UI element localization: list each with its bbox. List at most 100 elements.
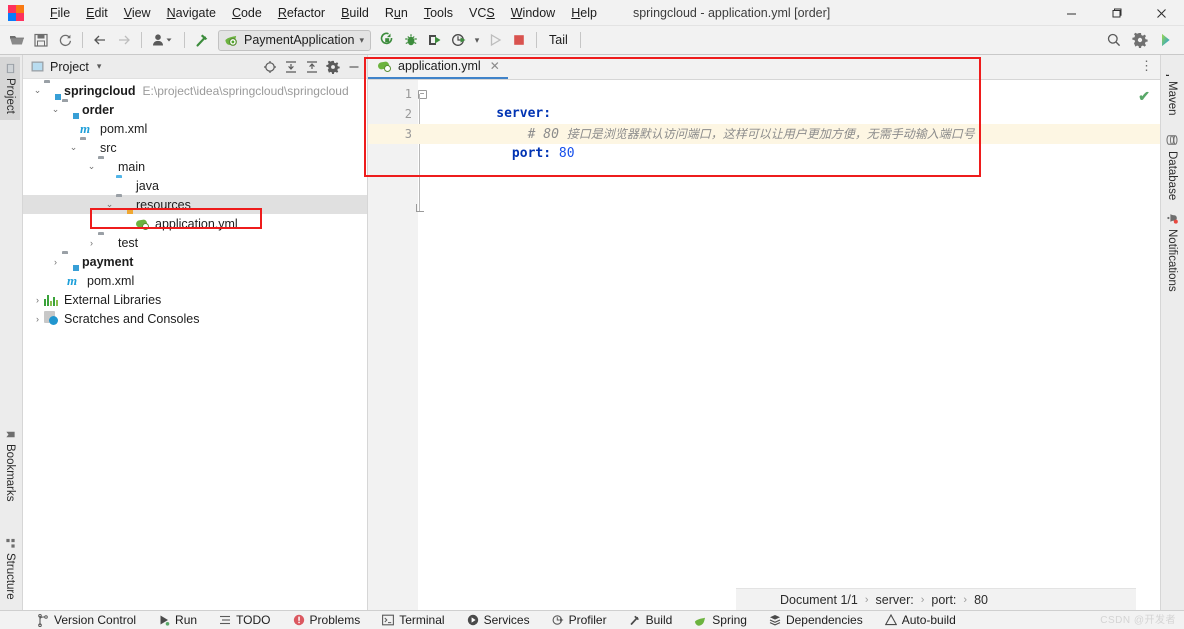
tree-row-application-yml[interactable]: application.yml [23,214,367,233]
twisty-icon[interactable]: › [85,238,98,248]
search-icon[interactable] [1102,28,1126,52]
menu-file[interactable]: File [42,3,78,23]
twisty-icon[interactable]: › [31,314,44,324]
run-with-coverage-icon[interactable] [423,28,447,52]
stripe-label-notifications: Notifications [1166,229,1178,292]
tree-row-pom-root[interactable]: m pom.xml [23,271,367,290]
status-run[interactable]: Run [147,611,208,629]
menu-code[interactable]: Code [224,3,270,23]
code-token-key: server: [496,106,552,121]
status-version-control[interactable]: Version Control [26,611,147,629]
status-problems[interactable]: Problems [282,611,372,629]
hide-panel-icon[interactable] [344,57,363,76]
menu-vcs[interactable]: VCS [461,3,503,23]
stripe-button-structure[interactable]: Structure [0,532,20,606]
debug-bug-icon[interactable] [399,28,423,52]
menu-edit[interactable]: Edit [78,3,116,23]
gear-icon[interactable] [323,57,342,76]
twisty-icon[interactable]: ⌄ [103,199,116,210]
tail-button[interactable]: Tail [542,31,575,49]
editor-tab-bar: application.yml ✕ ⋮ [368,55,1160,80]
status-label: Run [175,613,198,627]
refresh-icon[interactable] [53,28,77,52]
tree-row-external-libraries[interactable]: › External Libraries [23,290,367,309]
breadcrumb-item-server[interactable]: server: [876,593,914,607]
stripe-button-project[interactable]: Project [0,57,20,120]
editor-gutter[interactable]: 1 2 3 − [368,80,427,610]
twisty-icon[interactable]: › [49,257,62,267]
user-profile-icon[interactable] [147,28,179,52]
status-terminal[interactable]: Terminal [371,611,455,629]
menu-refactor[interactable]: Refactor [270,3,333,23]
chevron-down-icon[interactable]: ▾ [359,35,364,46]
twisty-icon[interactable]: ⌄ [49,104,62,115]
select-opened-file-icon[interactable] [260,57,279,76]
back-arrow-icon[interactable] [88,28,112,52]
stripe-button-notifications[interactable]: Notifications [1162,207,1182,297]
expand-all-icon[interactable] [281,57,300,76]
close-button[interactable] [1139,0,1184,26]
chevron-down-icon[interactable]: ▾ [97,61,102,72]
tree-row-payment[interactable]: › payment [23,252,367,271]
updates-icon[interactable] [1154,28,1178,52]
save-icon[interactable] [29,28,53,52]
profiler-icon[interactable] [447,28,471,52]
profiler-dropdown-icon[interactable]: ▾ [471,28,483,52]
menu-tools[interactable]: Tools [416,3,461,23]
collapse-all-icon[interactable] [302,57,321,76]
tree-row-springcloud[interactable]: ⌄ springcloud E:\project\idea\springclou… [23,81,367,100]
tree-row-src[interactable]: ⌄ src [23,138,367,157]
tree-row-java[interactable]: java [23,176,367,195]
twisty-icon[interactable]: › [31,295,44,305]
status-services[interactable]: Services [456,611,541,629]
inspection-status-icon[interactable]: ✔ [1138,88,1150,105]
stripe-button-maven[interactable]: m Maven [1162,59,1182,121]
maximize-button[interactable] [1094,0,1139,26]
maven-icon: m [1166,64,1178,76]
breadcrumb-item-document[interactable]: Document 1/1 [780,593,858,607]
tree-row-test[interactable]: › test [23,233,367,252]
rerun-icon[interactable] [375,28,399,52]
breadcrumb[interactable]: Document 1/1 › server: › port: › 80 [736,588,1136,610]
project-tree[interactable]: ⌄ springcloud E:\project\idea\springclou… [23,79,367,328]
editor-options-icon[interactable]: ⋮ [1140,59,1154,73]
minimize-button[interactable] [1049,0,1094,26]
tree-row-scratches[interactable]: › Scratches and Consoles [23,309,367,328]
status-todo[interactable]: TODO [208,611,281,629]
menu-navigate[interactable]: Navigate [159,3,224,23]
close-icon[interactable]: ✕ [490,59,500,73]
editor-tab-application-yml[interactable]: application.yml ✕ [368,55,508,79]
status-spring[interactable]: Spring [683,611,758,629]
breadcrumb-item-port[interactable]: port: [931,593,956,607]
status-dependencies[interactable]: Dependencies [758,611,874,629]
stripe-button-bookmarks[interactable]: Bookmarks [0,423,20,508]
tree-row-main[interactable]: ⌄ main [23,157,367,176]
tree-row-order[interactable]: ⌄ order [23,100,367,119]
menu-run[interactable]: Run [377,3,416,23]
menu-view[interactable]: View [116,3,159,23]
status-build[interactable]: Build [618,611,684,629]
tree-row-resources[interactable]: ⌄ resources [23,195,367,214]
build-hammer-icon[interactable] [190,28,214,52]
tree-label: src [100,140,117,155]
twisty-icon[interactable]: ⌄ [31,85,44,96]
tree-row-pom-order[interactable]: m pom.xml [23,119,367,138]
forward-arrow-icon[interactable] [112,28,136,52]
status-profiler[interactable]: Profiler [541,611,618,629]
run-configuration-selector[interactable]: PaymentApplication ▾ [218,29,372,51]
twisty-icon[interactable]: ⌄ [67,142,80,153]
menu-window[interactable]: Window [503,3,563,23]
stop-square-icon[interactable] [507,28,531,52]
code-text[interactable]: server: # 80 接口是浏览器默认访问端口，这样可以让用户更加方便，无需… [418,80,1160,610]
menu-help[interactable]: Help [563,3,605,23]
gear-icon[interactable] [1128,28,1152,52]
menu-bar[interactable]: File Edit View Navigate Code Refactor Bu… [42,3,605,23]
menu-build[interactable]: Build [333,3,377,23]
stripe-button-database[interactable]: Database [1162,129,1182,205]
open-folder-icon[interactable] [5,28,29,52]
status-auto-build[interactable]: Auto-build [874,611,967,629]
code-editor[interactable]: 1 2 3 − server: # 80 接口是浏览器默认访问端口，这样可以让用… [368,80,1160,610]
twisty-icon[interactable]: ⌄ [85,161,98,172]
run-play-icon[interactable] [483,28,507,52]
breadcrumb-item-value[interactable]: 80 [974,593,988,607]
